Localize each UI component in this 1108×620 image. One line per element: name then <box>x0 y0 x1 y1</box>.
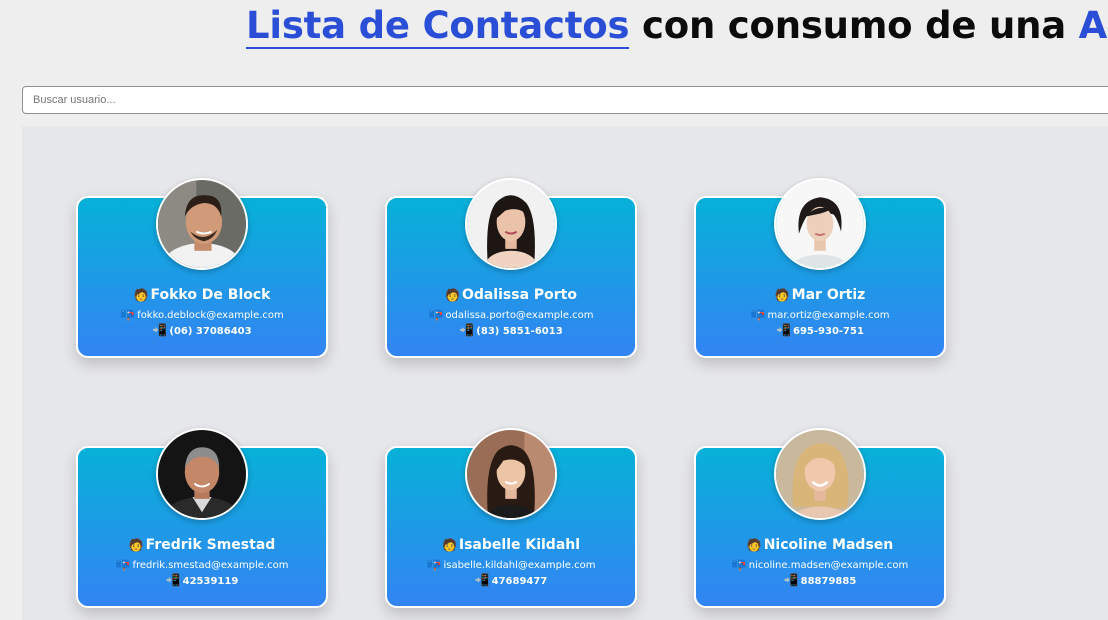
mailbox-icon: 📪 <box>428 307 444 321</box>
avatar <box>774 428 866 520</box>
contact-email: 📪 isabelle.kildahl@example.com <box>426 557 596 571</box>
avatar-woman-long-dark-hair <box>467 180 555 268</box>
avatar-woman-brown-hair <box>467 430 555 518</box>
avatar <box>156 428 248 520</box>
contact-name: 🧑 Fredrik Smestad <box>128 537 276 553</box>
mailbox-icon: 📪 <box>750 307 766 321</box>
mailbox-icon: 📪 <box>426 557 442 571</box>
mobile-phone-icon: 📲 <box>783 573 799 587</box>
avatar-man-grey-hair <box>158 430 246 518</box>
contact-email: 📪 nicoline.madsen@example.com <box>731 557 909 571</box>
mobile-phone-icon: 📲 <box>459 323 475 337</box>
mobile-phone-icon: 📲 <box>776 323 791 337</box>
title-middle: con consumo de una <box>629 4 1079 47</box>
person-emoji-icon: 🧑 <box>128 538 144 552</box>
mobile-phone-icon: 📲 <box>165 573 181 587</box>
contact-phone: 📲 (83) 5851-6013 <box>459 323 563 337</box>
contact-phone: 📲 47689477 <box>474 573 548 587</box>
contact-phone: 📲 (06) 37086403 <box>152 323 252 337</box>
mobile-phone-icon: 📲 <box>474 573 490 587</box>
mobile-phone-icon: 📲 <box>152 323 168 337</box>
page-title: Lista de Contactos con consumo de una AP… <box>246 2 1108 50</box>
contact-card: 🧑 Odalissa Porto 📪 odalissa.porto@example.… <box>385 178 637 358</box>
avatar <box>465 178 557 270</box>
contact-phone: 📲 88879885 <box>783 573 857 587</box>
page: Lista de Contactos con consumo de una AP… <box>0 0 1108 620</box>
person-emoji-icon: 🧑 <box>441 538 457 552</box>
contact-card: 🧑 Fredrik Smestad 📪 fredrik.smestad@exampl… <box>76 428 328 608</box>
contact-name: 🧑 Mar Ortiz <box>774 287 866 303</box>
contact-email: 📪 mar.ortiz@example.com <box>750 307 890 321</box>
person-emoji-icon: 🧑 <box>746 538 762 552</box>
person-emoji-icon: 🧑 <box>774 288 790 302</box>
title-link[interactable]: Lista de Contactos <box>246 4 630 49</box>
contact-card: 🧑 Mar Ortiz 📪 mar.ortiz@example.com 📲 695-9… <box>694 178 946 358</box>
contact-name: 🧑 Odalissa Porto <box>444 287 577 303</box>
contact-name: 🧑 Fokko De Block <box>133 287 271 303</box>
title-accent: API <box>1078 4 1108 47</box>
contact-name: 🧑 Nicoline Madsen <box>746 537 894 553</box>
contact-name: 🧑 Isabelle Kildahl <box>441 537 581 553</box>
avatar-woman-short-dark-hair <box>776 180 864 268</box>
contacts-grid: 🧑 Fokko De Block 📪 fokko.deblock@example.c… <box>22 126 1108 620</box>
avatar <box>465 428 557 520</box>
contact-email: 📪 fredrik.smestad@example.com <box>115 557 289 571</box>
contact-card: 🧑 Nicoline Madsen 📪 nicoline.madsen@exampl… <box>694 428 946 608</box>
mailbox-icon: 📪 <box>115 557 131 571</box>
search-input[interactable] <box>22 86 1108 114</box>
contact-phone: 📲 695-930-751 <box>776 323 864 337</box>
avatar <box>156 178 248 270</box>
contact-card: 🧑 Fokko De Block 📪 fokko.deblock@example.c… <box>76 178 328 358</box>
person-emoji-icon: 🧑 <box>133 288 149 302</box>
mailbox-icon: 📪 <box>120 307 136 321</box>
person-emoji-icon: 🧑 <box>444 288 460 302</box>
contact-email: 📪 fokko.deblock@example.com <box>120 307 284 321</box>
avatar-man-dark-hair <box>158 180 246 268</box>
avatar-woman-blonde-hair <box>776 430 864 518</box>
contact-email: 📪 odalissa.porto@example.com <box>428 307 594 321</box>
contact-card: 🧑 Isabelle Kildahl 📪 isabelle.kildahl@exam… <box>385 428 637 608</box>
mailbox-icon: 📪 <box>731 557 747 571</box>
contact-phone: 📲 42539119 <box>165 573 239 587</box>
avatar <box>774 178 866 270</box>
